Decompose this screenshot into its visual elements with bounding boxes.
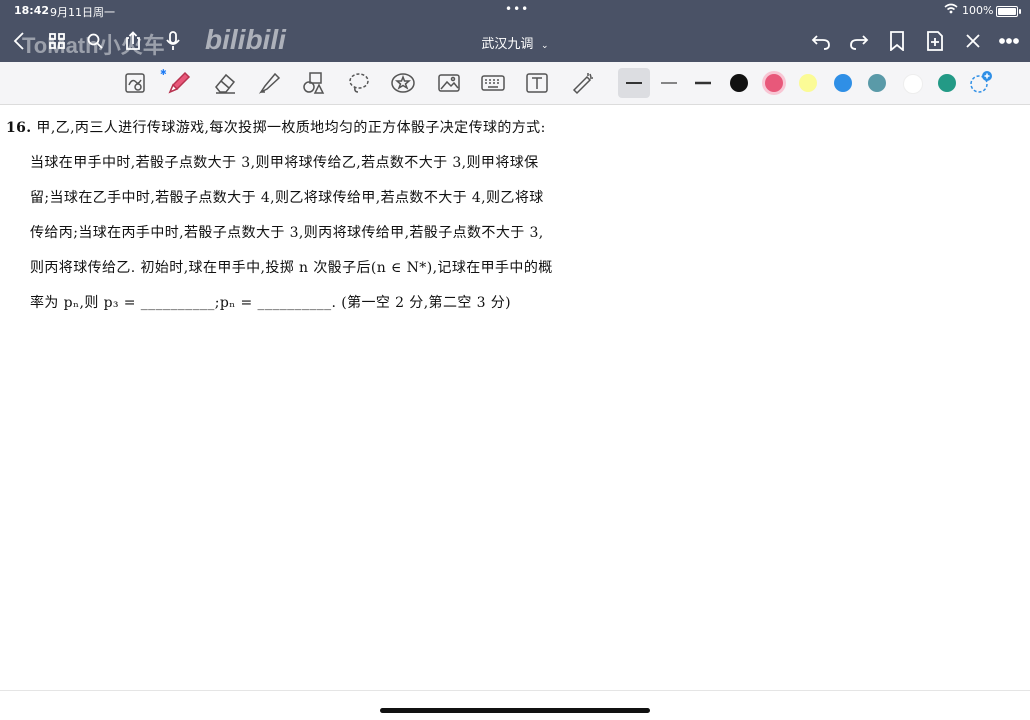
nav-bar: ToMath小火车 bilibili 武汉九调 ⌄ — [0, 22, 1030, 62]
status-bar: 18:42 9月11日周一 ••• 100% — [0, 0, 1030, 22]
lasso-icon[interactable] — [346, 70, 372, 96]
drawing-toolbar: ✱ — [0, 62, 1030, 105]
problem-line-1: 甲,乙,丙三人进行传球游戏,每次投掷一枚质地均匀的正方体骰子决定传球的方式: — [36, 120, 546, 136]
watermark-text: ToMath小火车 — [22, 33, 165, 58]
wifi-icon — [944, 3, 958, 17]
problem-line-3: 留;当球在乙手中时,若骰子点数大于 4,则乙将球传给甲,若点数不大于 4,则乙将… — [30, 190, 544, 206]
add-color-icon[interactable] — [968, 70, 994, 96]
color-swatch-teal-gray[interactable] — [868, 74, 886, 92]
bookmark-icon[interactable] — [884, 28, 910, 54]
battery-icon — [996, 6, 1021, 17]
color-swatch-white[interactable] — [903, 74, 923, 94]
stroke-thick-button[interactable] — [690, 70, 716, 96]
color-swatch-yellow[interactable] — [799, 74, 817, 92]
pen-icon[interactable] — [166, 70, 192, 96]
sticker-icon[interactable] — [390, 70, 416, 96]
shapes-icon[interactable] — [300, 70, 326, 96]
problem-line-2: 当球在甲手中时,若骰子点数大于 3,则甲将球传给乙,若点数不大于 3,则甲将球保 — [30, 155, 539, 171]
close-icon[interactable] — [960, 28, 986, 54]
chevron-down-icon: ⌄ — [541, 40, 549, 50]
stroke-medium-button[interactable] — [656, 70, 682, 96]
add-page-icon[interactable] — [922, 28, 948, 54]
color-swatch-black[interactable] — [730, 74, 748, 92]
lasso-zoom-icon[interactable] — [122, 70, 148, 96]
redo-icon[interactable] — [846, 28, 872, 54]
status-time: 18:42 — [14, 4, 50, 17]
battery-percent: 100% — [962, 4, 994, 17]
more-icon[interactable] — [996, 28, 1022, 54]
problem-line-6: 率为 pₙ,则 p₃ = __________;pₙ = __________.… — [30, 295, 512, 311]
problem-number: 16. — [6, 120, 32, 136]
note-page[interactable]: 16. 甲,乙,丙三人进行传球游戏,每次投掷一枚质地均匀的正方体骰子决定传球的方… — [0, 105, 1030, 691]
stroke-thin-button[interactable] — [618, 68, 650, 98]
eraser-icon[interactable] — [212, 70, 238, 96]
color-swatch-pink[interactable] — [765, 74, 783, 92]
bilibili-logo: bilibili — [205, 24, 286, 55]
document-title[interactable]: 武汉九调 ⌄ — [450, 33, 580, 52]
document-title-label: 武汉九调 — [481, 36, 534, 51]
keyboard-icon[interactable] — [480, 70, 506, 96]
home-indicator[interactable] — [380, 708, 650, 713]
image-icon[interactable] — [436, 70, 462, 96]
problem-line-4: 传给丙;当球在丙手中时,若骰子点数大于 3,则丙将球传给甲,若骰子点数不大于 3… — [30, 225, 544, 241]
problem-line-5: 则丙将球传给乙. 初始时,球在甲手中,投掷 n 次骰子后(n ∈ N*),记球在… — [30, 260, 553, 276]
undo-icon[interactable] — [808, 28, 834, 54]
status-date: 9月11日周一 — [50, 6, 115, 19]
highlighter-icon[interactable] — [256, 70, 282, 96]
multitask-dots-icon[interactable]: ••• — [505, 2, 529, 16]
color-swatch-green[interactable] — [938, 74, 956, 92]
color-swatch-blue[interactable] — [834, 74, 852, 92]
laser-pointer-icon[interactable] — [570, 70, 596, 96]
text-box-icon[interactable] — [524, 70, 550, 96]
